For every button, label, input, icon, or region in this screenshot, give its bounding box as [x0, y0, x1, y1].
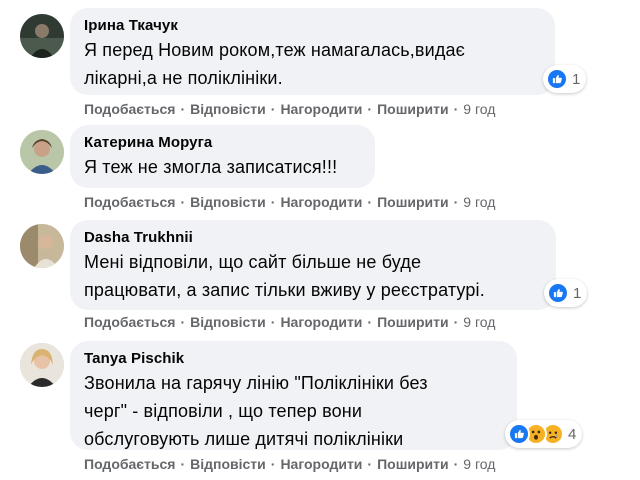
reaction-summary[interactable]: 4: [505, 420, 583, 448]
like-button[interactable]: Подобається: [84, 193, 175, 211]
comment-actions: Подобається · Відповісти · Нагородити · Пош…: [84, 313, 496, 331]
comment-author[interactable]: Dasha Trukhnii: [84, 228, 542, 248]
comment-actions: Подобається · Відповісти · Нагородити · Пош…: [84, 193, 496, 211]
like-button[interactable]: Подобається: [84, 100, 175, 118]
comment-author[interactable]: Tanya Pischik: [84, 349, 503, 369]
reply-button[interactable]: Відповісти: [190, 100, 266, 118]
reward-button[interactable]: Нагородити: [280, 100, 362, 118]
share-button[interactable]: Поширити: [377, 193, 449, 211]
comment-timestamp[interactable]: 9 год: [463, 313, 495, 331]
reply-button[interactable]: Відповісти: [190, 455, 266, 473]
comment-text: Я теж не змогла записатися!!!: [84, 157, 338, 177]
reaction-count: 1: [572, 70, 581, 88]
share-button[interactable]: Поширити: [377, 313, 449, 331]
like-button[interactable]: Подобається: [84, 313, 175, 331]
reaction-count: 1: [573, 284, 582, 302]
reaction-count: 4: [568, 425, 577, 443]
reaction-summary[interactable]: 1: [543, 65, 587, 93]
reaction-summary[interactable]: 1: [544, 279, 588, 307]
comment-author[interactable]: Ірина Ткачук: [84, 16, 541, 36]
share-button[interactable]: Поширити: [377, 100, 449, 118]
avatar[interactable]: [20, 14, 64, 58]
comment-actions: Подобається · Відповісти · Нагородити · Пош…: [84, 455, 496, 473]
reply-button[interactable]: Відповісти: [190, 193, 266, 211]
comment-timestamp[interactable]: 9 год: [463, 100, 495, 118]
comment-bubble: Катерина Моруга Я теж не змогла записати…: [70, 125, 375, 188]
comment-bubble: Dasha Trukhnii Мені відповіли, що сайт б…: [70, 220, 556, 310]
avatar[interactable]: [20, 130, 64, 174]
avatar[interactable]: [20, 224, 64, 268]
comment-bubble: Ірина Ткачук Я перед Новим роком,теж нам…: [70, 8, 555, 95]
comment-text: Звонила на гарячу лінію "Поліклініки без…: [84, 373, 428, 449]
comment-author[interactable]: Катерина Моруга: [84, 133, 361, 153]
comment-bubble: Tanya Pischik Звонила на гарячу лінію "П…: [70, 341, 517, 450]
reply-button[interactable]: Відповісти: [190, 313, 266, 331]
like-button[interactable]: Подобається: [84, 455, 175, 473]
comment-timestamp[interactable]: 9 год: [463, 193, 495, 211]
like-icon: [546, 68, 568, 90]
avatar[interactable]: [20, 343, 64, 387]
comment-text: Я перед Новим роком,теж намагалась,видає…: [84, 40, 465, 88]
comment-timestamp[interactable]: 9 год: [463, 455, 495, 473]
like-icon: [508, 423, 530, 445]
comment-actions: Подобається · Відповісти · Нагородити · Пош…: [84, 100, 496, 118]
share-button[interactable]: Поширити: [377, 455, 449, 473]
reward-button[interactable]: Нагородити: [280, 193, 362, 211]
reward-button[interactable]: Нагородити: [280, 455, 362, 473]
like-icon: [547, 282, 569, 304]
comment-text: Мені відповіли, що сайт більше не буде п…: [84, 252, 485, 300]
reward-button[interactable]: Нагородити: [280, 313, 362, 331]
